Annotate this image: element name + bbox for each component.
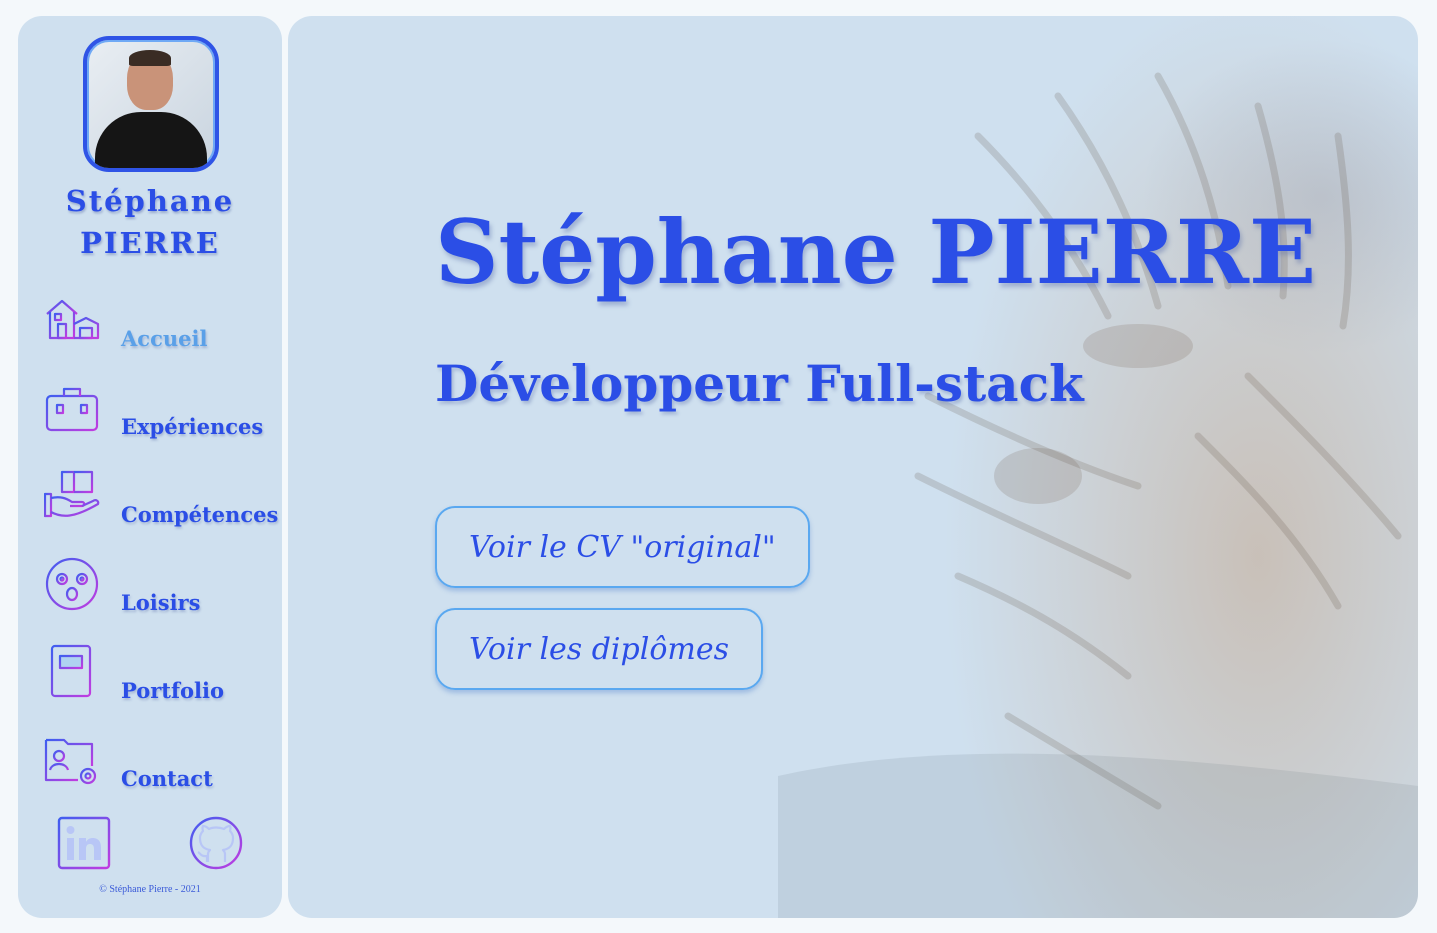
nav-item-competences[interactable]: Compétences bbox=[44, 468, 278, 528]
sidebar: Stéphane PIERRE Accueil Expériences Comp… bbox=[18, 16, 282, 918]
hero-subtitle: Développeur Full-stack bbox=[435, 354, 1084, 413]
avatar bbox=[83, 36, 219, 172]
briefcase-icon bbox=[45, 387, 99, 432]
nav-item-portfolio[interactable]: Portfolio bbox=[44, 644, 274, 704]
view-original-cv-button[interactable]: Voir le CV "original" bbox=[435, 506, 810, 588]
copyright: © Stéphane Pierre - 2021 bbox=[99, 884, 201, 895]
nav-label-competences: Compétences bbox=[121, 502, 279, 527]
house-icon bbox=[46, 296, 100, 340]
sidebar-first-name: Stéphane bbox=[65, 184, 235, 218]
main-hero: Stéphane PIERRE Développeur Full-stack V… bbox=[288, 16, 1418, 918]
notebook-icon bbox=[48, 644, 92, 698]
smiley-face-icon bbox=[45, 557, 99, 611]
view-diplomas-button[interactable]: Voir les diplômes bbox=[435, 608, 763, 690]
book-hand-icon bbox=[44, 470, 100, 518]
nav-label-contact: Contact bbox=[121, 766, 213, 791]
contact-card-icon bbox=[44, 738, 97, 785]
nav-label-loisirs: Loisirs bbox=[121, 590, 201, 615]
nav-label-portfolio: Portfolio bbox=[121, 678, 225, 703]
nav-item-loisirs[interactable]: Loisirs bbox=[44, 556, 274, 616]
nav-item-experiences[interactable]: Expériences bbox=[44, 380, 274, 440]
linkedin-icon[interactable] bbox=[57, 816, 111, 870]
nav-item-accueil[interactable]: Accueil bbox=[44, 292, 274, 352]
nav-label-accueil: Accueil bbox=[121, 326, 208, 351]
tiger-background-image bbox=[778, 16, 1418, 918]
nav-item-contact[interactable]: Contact bbox=[44, 732, 274, 792]
github-icon[interactable] bbox=[189, 816, 243, 870]
nav-label-experiences: Expériences bbox=[121, 414, 264, 439]
sidebar-last-name: PIERRE bbox=[80, 226, 220, 260]
hero-title: Stéphane PIERRE bbox=[435, 200, 1317, 304]
